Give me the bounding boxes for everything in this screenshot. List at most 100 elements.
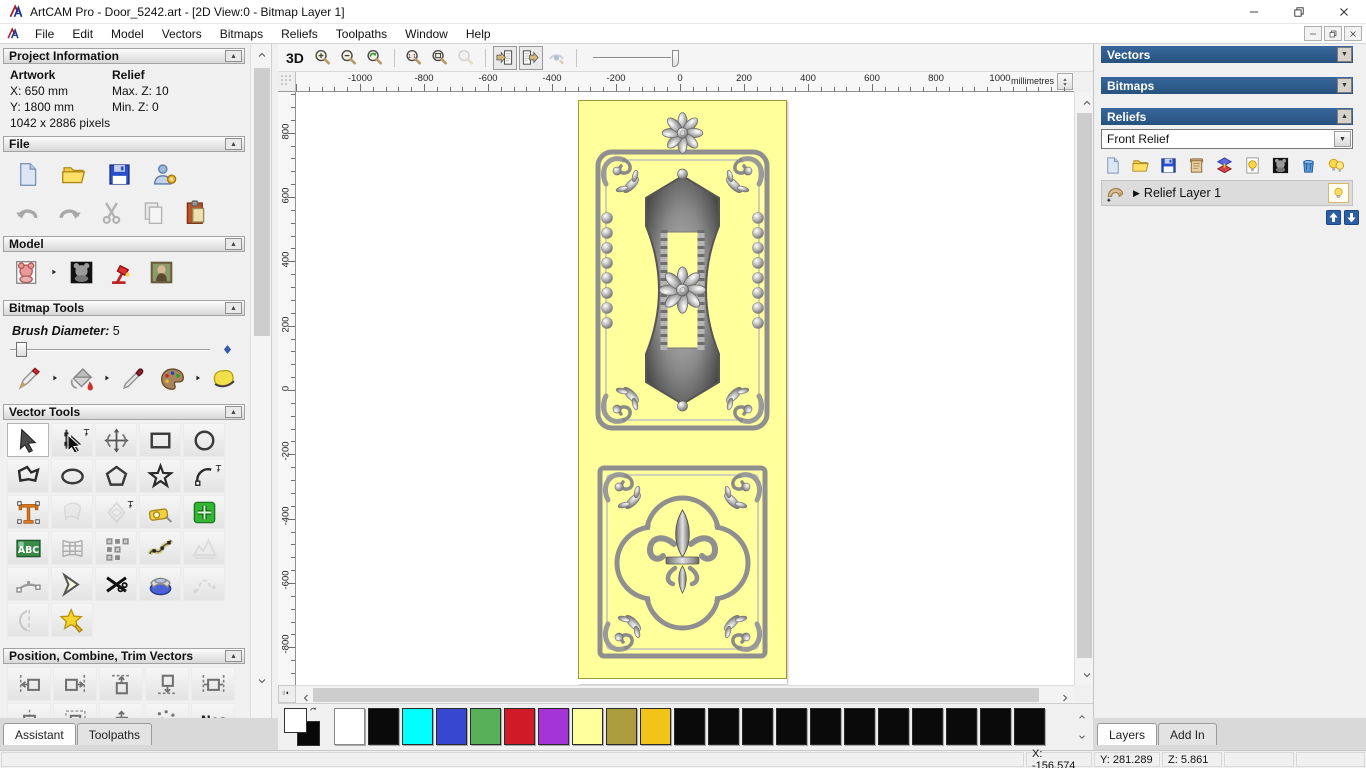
paste-button[interactable] [178, 196, 212, 228]
center-both-button[interactable] [7, 703, 51, 718]
scroll-up-button[interactable] [252, 45, 271, 64]
align-top-button[interactable] [99, 667, 143, 701]
slider-handle[interactable] [16, 342, 27, 357]
menu-edit[interactable]: Edit [63, 27, 102, 41]
section-header-file[interactable]: File ▲ [3, 136, 245, 152]
relief-bulb-page-button[interactable] [1241, 154, 1264, 176]
toggle-vector-visibility-button[interactable] [518, 45, 543, 70]
slider-track[interactable] [592, 56, 671, 59]
star-wizard-button[interactable] [51, 603, 93, 637]
mdi-close-button[interactable] [1344, 26, 1362, 41]
section-header-vector-tools[interactable]: Vector Tools ▲ [3, 404, 245, 420]
save-file-button[interactable] [102, 158, 136, 190]
tab-add-in[interactable]: Add In [1158, 723, 1217, 745]
relief-trash-button[interactable] [1297, 154, 1320, 176]
zoom-fit-button[interactable] [428, 46, 452, 70]
redo-button[interactable] [52, 196, 86, 228]
relief-layer-row[interactable]: ▶ Relief Layer 1 [1101, 180, 1353, 206]
mdi-minimize-button[interactable] [1304, 26, 1322, 41]
paint-brush-button[interactable] [12, 362, 46, 394]
colour-picker-button[interactable] [116, 362, 150, 394]
measure-button[interactable] [139, 495, 181, 529]
envelope-button[interactable] [51, 531, 93, 565]
model-size-button[interactable] [10, 256, 44, 288]
palette-swatch-18[interactable] [946, 708, 977, 745]
scroll-thumb[interactable] [1077, 113, 1092, 658]
minimize-button[interactable] [1231, 0, 1276, 24]
zoom-selection-button[interactable] [454, 46, 478, 70]
zoom-1to1-button[interactable]: 1:1 [402, 46, 426, 70]
align-bottom-button[interactable] [145, 667, 189, 701]
artwork-canvas[interactable] [578, 100, 787, 684]
canvas-horizontal-scrollbar[interactable] [296, 685, 1074, 703]
scroll-down-button[interactable] [252, 671, 271, 690]
paste-curve-button[interactable] [139, 531, 181, 565]
flyout-arrow-icon[interactable] [194, 374, 202, 382]
slider-handle[interactable] [671, 49, 679, 67]
primary-colour-swatch[interactable] [284, 708, 307, 733]
section-header-project-information[interactable]: Project Information ▲ [3, 48, 245, 64]
horizontal-ruler[interactable]: millimetres -1000 -800 -600 -400 -200 0 200 400… [296, 72, 1074, 92]
palette-swatch-3[interactable] [436, 708, 467, 745]
flyout-arrow-icon[interactable] [103, 374, 111, 382]
zoom-out-button[interactable] [337, 46, 361, 70]
distort-button[interactable] [183, 531, 225, 565]
copy-button[interactable] [136, 196, 170, 228]
tab-assistant[interactable]: Assistant [3, 723, 76, 745]
text-abc-button[interactable]: ABC [7, 531, 49, 565]
palette-swatch-11[interactable] [708, 708, 739, 745]
primary-secondary-colour-indicator[interactable] [284, 707, 330, 748]
contrast-slider[interactable] [592, 47, 683, 69]
open-file-button[interactable] [56, 158, 90, 190]
mdi-restore-button[interactable] [1324, 26, 1342, 41]
palette-swatch-5[interactable] [504, 708, 535, 745]
restore-button[interactable] [1276, 0, 1321, 24]
palette-swatch-17[interactable] [912, 708, 943, 745]
collapse-button[interactable]: ▲ [225, 138, 242, 150]
center-x-button[interactable] [191, 667, 235, 701]
relief-scroll-button[interactable] [1185, 154, 1208, 176]
extrude-button[interactable] [139, 567, 181, 601]
palette-scroll-down-button[interactable] [1074, 727, 1090, 747]
palette-swatch-15[interactable] [844, 708, 875, 745]
menu-bitmaps[interactable]: Bitmaps [211, 27, 272, 41]
view-3d-button[interactable]: 3D [286, 50, 304, 66]
palette-tool-button[interactable] [155, 362, 189, 394]
rect-tool-button[interactable] [139, 423, 181, 457]
flood-fill-button[interactable] [64, 362, 98, 394]
relief-layer-stack-button[interactable] [1213, 154, 1236, 176]
relief-open-file-button[interactable] [1129, 154, 1152, 176]
relief-save-file-button[interactable] [1157, 154, 1180, 176]
scroll-thumb[interactable] [254, 68, 270, 336]
expand-button[interactable]: ▼ [1337, 47, 1352, 62]
brush-diameter-slider[interactable] [8, 342, 232, 358]
center-page-button[interactable] [53, 703, 97, 718]
palette-swatch-1[interactable] [368, 708, 399, 745]
preview-relief-button[interactable] [545, 46, 569, 70]
palette-swatch-10[interactable] [674, 708, 705, 745]
zoom-previous-button[interactable] [363, 46, 387, 70]
polyline-tool-button[interactable] [7, 459, 49, 493]
palette-scroll-up-button[interactable] [1074, 707, 1090, 727]
lighting-button[interactable] [104, 256, 138, 288]
relief-select-dropdown[interactable]: Front Relief ▼ [1101, 129, 1353, 149]
palette-swatch-9[interactable] [640, 708, 671, 745]
flyout-arrow-icon[interactable] [51, 374, 59, 382]
section-header-model[interactable]: Model ▲ [3, 236, 245, 252]
slider-track[interactable] [10, 349, 210, 351]
zoom-in-button[interactable] [311, 46, 335, 70]
tab-layers[interactable]: Layers [1097, 723, 1158, 745]
menu-vectors[interactable]: Vectors [153, 27, 211, 41]
collapse-button[interactable]: ▲ [1337, 109, 1352, 124]
arc-tool-button[interactable] [183, 459, 225, 493]
toggle-bitmap-visibility-button[interactable] [492, 45, 517, 70]
nest-button[interactable]: Nes [191, 703, 235, 718]
dropdown-arrow-button[interactable]: ▼ [1334, 131, 1351, 147]
model-wizard-button[interactable] [148, 158, 182, 190]
ellipse-tool-button[interactable] [51, 459, 93, 493]
layer-expand-arrow[interactable]: ▶ [1133, 188, 1140, 199]
greyscale-model-button[interactable] [64, 256, 98, 288]
select-button[interactable] [7, 423, 49, 457]
align-up-button[interactable] [99, 703, 143, 718]
collapse-button[interactable]: ▲ [225, 650, 242, 662]
